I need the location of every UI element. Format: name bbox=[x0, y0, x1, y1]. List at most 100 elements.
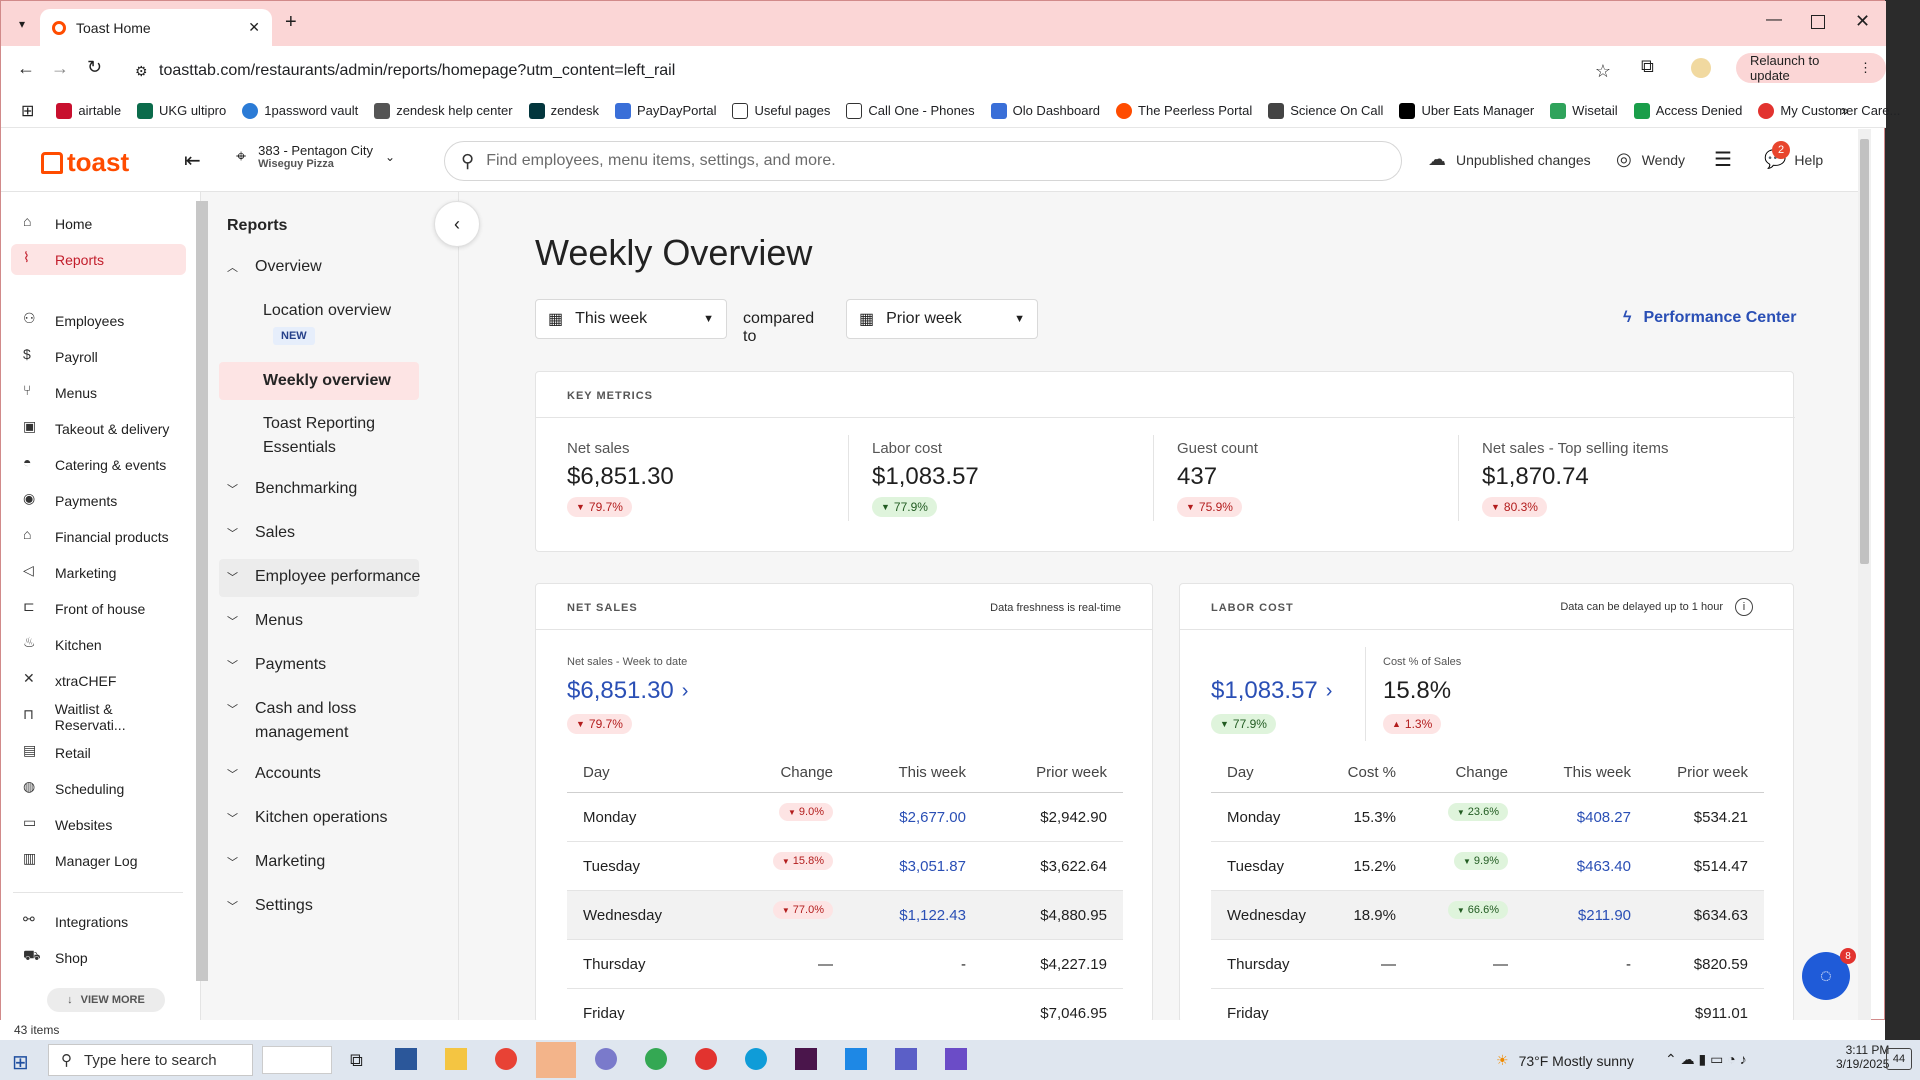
user-menu[interactable]: ◎ Wendy bbox=[1616, 149, 1685, 170]
nav-catering[interactable]: ◓ Catering & events bbox=[11, 449, 186, 480]
maximize-icon[interactable] bbox=[1811, 15, 1825, 29]
bookmark-science-on-call[interactable]: Science On Call bbox=[1268, 102, 1383, 119]
outlook-icon[interactable] bbox=[536, 1042, 576, 1078]
period-select[interactable]: ▦ This week ▼ bbox=[535, 299, 727, 339]
windows-start-icon[interactable]: ⊞ bbox=[12, 1050, 29, 1075]
subnav-menus[interactable]: ﹀ Menus bbox=[227, 612, 303, 630]
clock[interactable]: 3:11 PM 3/19/2025 bbox=[1836, 1043, 1889, 1071]
bookmark-airtable[interactable]: airtable bbox=[56, 102, 121, 119]
subnav-payments[interactable]: ﹀ Payments bbox=[227, 656, 326, 674]
chrome-profile-icon[interactable] bbox=[645, 1048, 667, 1070]
cell-this-week[interactable]: $408.27 bbox=[1577, 809, 1631, 826]
photos-icon[interactable] bbox=[845, 1048, 867, 1070]
nav-scheduling[interactable]: ◍ Scheduling bbox=[11, 773, 186, 804]
page-scrollbar-thumb[interactable] bbox=[1860, 139, 1869, 564]
subnav-benchmarking[interactable]: ﹀ Benchmarking bbox=[227, 480, 357, 498]
file-explorer-icon[interactable] bbox=[445, 1048, 467, 1070]
task-view-icon[interactable]: ⧉ bbox=[350, 1050, 363, 1071]
word-icon[interactable] bbox=[395, 1048, 417, 1070]
cell-this-week[interactable]: $1,122.43 bbox=[899, 907, 966, 924]
nav-home[interactable]: ⌂ Home bbox=[11, 208, 186, 239]
subnav-location-overview[interactable]: Location overview bbox=[263, 302, 391, 320]
subnav-overview[interactable]: ︿ Overview bbox=[227, 258, 322, 276]
minimize-icon[interactable]: — bbox=[1766, 11, 1782, 29]
toast-logo[interactable]: toast bbox=[41, 147, 129, 178]
close-window-icon[interactable]: ✕ bbox=[1855, 11, 1870, 32]
notification-center[interactable]: 44 bbox=[1886, 1048, 1912, 1070]
view-more-button[interactable]: ↓ VIEW MORE bbox=[47, 988, 165, 1012]
nav-kitchen[interactable]: ♨ Kitchen bbox=[11, 629, 186, 660]
app-icon[interactable] bbox=[945, 1048, 967, 1070]
tab-toast-home[interactable]: Toast Home ✕ bbox=[40, 9, 272, 46]
subnav-cash-loss[interactable]: ﹀ Cash and loss bbox=[227, 700, 356, 718]
bookmark-peerless[interactable]: The Peerless Portal bbox=[1116, 102, 1252, 119]
subnav-sales[interactable]: ﹀ Sales bbox=[227, 524, 295, 542]
notification-app-icon[interactable] bbox=[695, 1048, 717, 1070]
nav-integrations[interactable]: ⚯ Integrations bbox=[11, 906, 186, 937]
chat-widget-button[interactable]: ◌ 8 bbox=[1802, 948, 1856, 1000]
forward-icon[interactable]: → bbox=[51, 58, 69, 79]
app-icon[interactable] bbox=[595, 1048, 617, 1070]
wtd-value-link[interactable]: $6,851.30 › bbox=[567, 677, 688, 705]
address-bar[interactable]: ⚙ toasttab.com/restaurants/admin/reports… bbox=[123, 53, 1623, 89]
nav-front-of-house[interactable]: ⊏ Front of house bbox=[11, 593, 186, 624]
compare-period-select[interactable]: ▦ Prior week ▼ bbox=[846, 299, 1038, 339]
subnav-essentials[interactable]: Toast Reporting bbox=[263, 415, 375, 433]
nav-takeout[interactable]: ▣ Takeout & delivery bbox=[11, 413, 186, 444]
tray-icons[interactable]: ⌃ ☁ ▮ ▭ ◔ ♪ bbox=[1665, 1051, 1747, 1068]
bookmark-customer-care[interactable]: My Customer Care... bbox=[1758, 102, 1900, 119]
checklist-icon[interactable]: ☰ bbox=[1714, 147, 1732, 172]
extensions-icon[interactable]: ⧉ bbox=[1641, 56, 1654, 77]
bookmark-zendesk[interactable]: zendesk bbox=[528, 102, 599, 119]
labor-value-link[interactable]: $1,083.57 › bbox=[1211, 677, 1332, 705]
bookmark-star-icon[interactable]: ☆ bbox=[1595, 61, 1611, 82]
bookmark-zendesk-help[interactable]: zendesk help center bbox=[374, 102, 513, 119]
bookmark-useful-pages[interactable]: Useful pages bbox=[732, 102, 830, 119]
more-bookmarks-icon[interactable]: » bbox=[1841, 102, 1849, 118]
nav-payroll[interactable]: $ Payroll bbox=[11, 341, 186, 372]
subnav-employee-performance[interactable]: ﹀ Employee performance bbox=[227, 568, 420, 586]
info-icon[interactable]: i bbox=[1735, 598, 1753, 616]
subnav-kitchen-operations[interactable]: ﹀ Kitchen operations bbox=[227, 809, 388, 827]
nav-xtrachef[interactable]: ✕ xtraCHEF bbox=[11, 665, 186, 696]
bookmark-call-one[interactable]: Call One - Phones bbox=[846, 102, 975, 119]
profile-avatar[interactable] bbox=[1691, 58, 1711, 78]
teams-icon[interactable] bbox=[895, 1048, 917, 1070]
location-switcher[interactable]: ⌖ 383 - Pentagon City Wiseguy Pizza ⌄ bbox=[236, 143, 416, 170]
nav-menus[interactable]: ⑂ Menus bbox=[11, 377, 186, 408]
cell-this-week[interactable]: $211.90 bbox=[1578, 907, 1631, 924]
nav-waitlist[interactable]: ⊓ Waitlist & Reservati... bbox=[11, 701, 186, 733]
nav-shop[interactable]: ⛟ Shop bbox=[11, 942, 186, 973]
apps-grid-icon[interactable]: ⊞ bbox=[21, 101, 34, 121]
tab-search-icon[interactable]: ▾ bbox=[11, 13, 33, 35]
bookmark-ukg[interactable]: UKG ultipro bbox=[137, 102, 226, 119]
bookmark-olo[interactable]: Olo Dashboard bbox=[990, 102, 1100, 119]
bookmark-access-denied[interactable]: Access Denied bbox=[1633, 102, 1742, 119]
chrome-icon[interactable] bbox=[495, 1048, 517, 1070]
search-input[interactable] bbox=[486, 152, 1367, 170]
subnav-marketing[interactable]: ﹀ Marketing bbox=[227, 853, 325, 871]
nav-payments[interactable]: ◉ Payments bbox=[11, 485, 186, 516]
collapse-subnav-button[interactable]: ‹ bbox=[434, 201, 480, 247]
nav-reports[interactable]: ⌇ Reports bbox=[11, 244, 186, 275]
cell-this-week[interactable]: $2,677.00 bbox=[899, 809, 966, 826]
taskbar-search[interactable]: ⚲ Type here to search bbox=[48, 1044, 253, 1076]
nav-manager-log[interactable]: ▥ Manager Log bbox=[11, 845, 186, 876]
nav-marketing[interactable]: ◁ Marketing bbox=[11, 557, 186, 588]
nav-scrollbar[interactable] bbox=[196, 201, 208, 981]
collapse-menu-icon[interactable]: ⇤ bbox=[184, 148, 201, 173]
tab-close-icon[interactable]: ✕ bbox=[248, 19, 260, 36]
global-search[interactable]: ⚲ bbox=[444, 141, 1402, 181]
site-info-icon[interactable]: ⚙ bbox=[135, 63, 148, 80]
reload-icon[interactable]: ↻ bbox=[87, 57, 102, 78]
subnav-settings[interactable]: ﹀ Settings bbox=[227, 897, 313, 915]
bookmark-uber-eats[interactable]: Uber Eats Manager bbox=[1399, 102, 1534, 119]
weather-widget[interactable]: ☀ 73°F Mostly sunny bbox=[1496, 1052, 1634, 1069]
performance-center-link[interactable]: ϟ Performance Center bbox=[1623, 309, 1796, 327]
subnav-accounts[interactable]: ﹀ Accounts bbox=[227, 765, 321, 783]
nav-websites[interactable]: ▭ Websites bbox=[11, 809, 186, 840]
nav-financial[interactable]: ⌂ Financial products bbox=[11, 521, 186, 552]
back-icon[interactable]: ← bbox=[17, 58, 35, 79]
cell-this-week[interactable]: $463.40 bbox=[1577, 858, 1631, 875]
nav-retail[interactable]: ▤ Retail bbox=[11, 737, 186, 768]
